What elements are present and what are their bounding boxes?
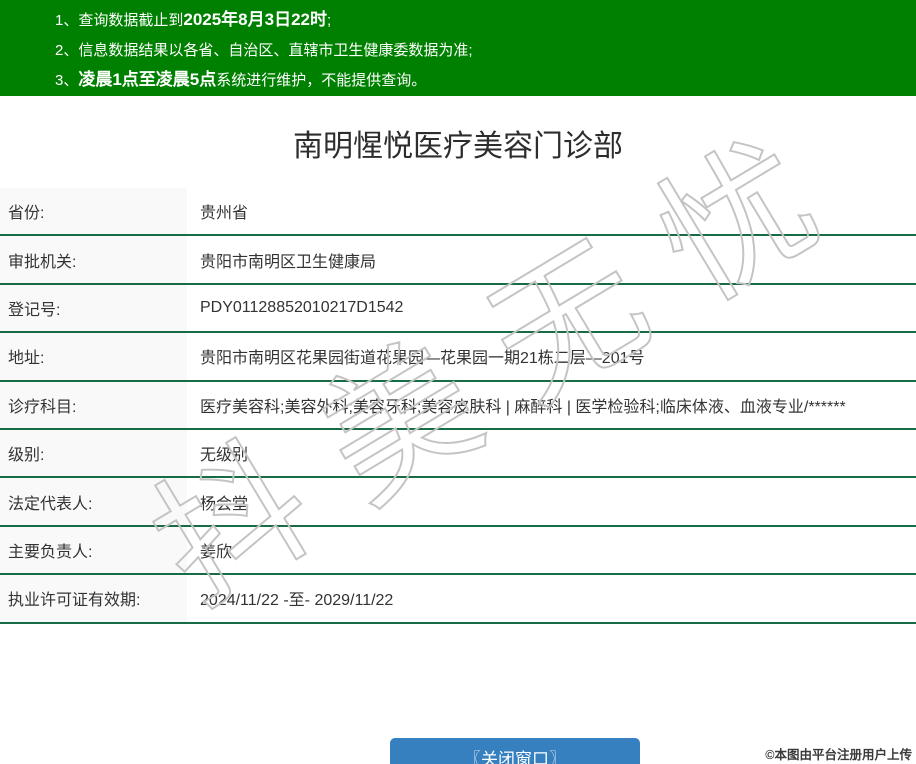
notice-text: 系统进行维护，不能提供查询。	[216, 72, 427, 89]
row-value: 姜欣	[200, 543, 233, 561]
row-label: 法定代表人:	[0, 478, 187, 525]
row-label: 审批机关:	[0, 236, 187, 283]
notice-text-bold: 2025年8月3日22时	[183, 10, 327, 29]
license-query-result-page: 1、查询数据截止到2025年8月3日22时; 2、信息数据结果以各省、自治区、直…	[0, 0, 916, 764]
notice-number: 1、	[55, 12, 79, 29]
row-value: 2024/11/22 -至- 2029/11/22	[200, 592, 394, 610]
row-label: 登记号:	[0, 284, 187, 332]
table-row-address: 地址: 贵阳市南明区花果园街道花果园—花果园一期21栋二层—201号	[0, 333, 916, 382]
row-value: 杨会堂	[200, 495, 249, 513]
table-row-registration-number: 登记号: PDY01128852010217D1542	[0, 284, 916, 334]
copyright-note: ©本图由平台注册用户上传	[765, 748, 912, 762]
table-row-level: 级别: 无级别	[0, 429, 916, 479]
close-window-button[interactable]: 〖关闭窗口〗	[390, 738, 640, 764]
row-label: 省份:	[0, 188, 187, 235]
row-label: 执业许可证有效期:	[0, 575, 187, 622]
row-label: 地址:	[0, 333, 187, 380]
table-row-license-validity: 执业许可证有效期: 2024/11/22 -至- 2029/11/22	[0, 575, 916, 624]
row-value: PDY01128852010217D1542	[200, 298, 404, 316]
info-table: 省份: 贵州省 审批机关: 贵阳市南明区卫生健康局 登记号: PDY011288…	[0, 188, 916, 624]
notice-text-bold: 凌晨1点至凌晨5点	[78, 70, 217, 89]
notice-item-2: 2、信息数据结果以各省、自治区、直辖市卫生健康委数据为准;	[55, 35, 906, 65]
row-label: 诊疗科目:	[0, 381, 187, 428]
notice-text: 信息数据结果以各省、自治区、直辖市卫生健康委数据为准;	[78, 42, 473, 59]
page-title: 南明惺悦医疗美容门诊部	[293, 130, 623, 163]
row-value: 无级别	[200, 447, 249, 465]
notice-number: 3、	[55, 72, 79, 89]
row-value: 医疗美容科;美容外科;美容牙科;美容皮肤科 | 麻醉科 | 医学检验科;临床体液…	[200, 398, 846, 416]
notice-number: 2、	[55, 42, 79, 59]
table-row-approval-authority: 审批机关: 贵阳市南明区卫生健康局	[0, 236, 916, 285]
notice-text: 查询数据截止到	[78, 12, 184, 29]
table-row-legal-representative: 法定代表人: 杨会堂	[0, 478, 916, 527]
notice-item-1: 1、查询数据截止到2025年8月3日22时;	[55, 5, 906, 35]
notice-banner: 1、查询数据截止到2025年8月3日22时; 2、信息数据结果以各省、自治区、直…	[0, 0, 916, 96]
table-row-person-in-charge: 主要负责人: 姜欣	[0, 526, 916, 576]
table-row-province: 省份: 贵州省	[0, 188, 916, 237]
row-label: 级别:	[0, 429, 187, 477]
row-value: 贵阳市南明区花果园街道花果园—花果园一期21栋二层—201号	[200, 350, 645, 368]
row-label: 主要负责人:	[0, 526, 187, 574]
notice-item-3: 3、凌晨1点至凌晨5点系统进行维护，不能提供查询。	[55, 65, 906, 95]
table-row-medical-subjects: 诊疗科目: 医疗美容科;美容外科;美容牙科;美容皮肤科 | 麻醉科 | 医学检验…	[0, 381, 916, 430]
row-value: 贵阳市南明区卫生健康局	[200, 253, 377, 271]
notice-text: ;	[327, 12, 332, 29]
row-value: 贵州省	[200, 205, 249, 223]
